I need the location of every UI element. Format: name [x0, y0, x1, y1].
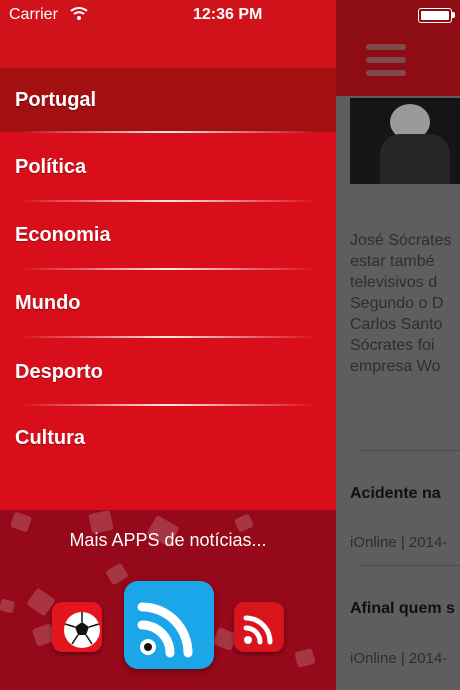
menu-divider — [20, 200, 316, 202]
menu-item-label: Desporto — [15, 361, 103, 383]
menu-item-label: Portugal — [15, 89, 97, 111]
article-separator — [358, 450, 460, 451]
battery-tip-icon — [452, 12, 455, 18]
menu-item-economia[interactable]: Economia — [0, 203, 336, 269]
side-menu-drawer: Portugal Política Economia Mundo Desport… — [0, 0, 336, 690]
article-headline[interactable]: Afinal quem s — [350, 600, 455, 618]
article-meta: iOnline | 2014- — [350, 650, 448, 667]
menu-item-politica[interactable]: Política — [0, 134, 336, 200]
more-apps-section: Mais APPS de notícias... — [0, 510, 336, 690]
menu-item-desporto[interactable]: Desporto — [0, 339, 336, 405]
carrier-label: Carrier — [9, 6, 58, 23]
article-excerpt: José Sócrates estar també televisivos d … — [350, 232, 452, 375]
news-feed-app-icon[interactable] — [124, 581, 214, 669]
article-meta: iOnline | 2014- — [350, 534, 448, 551]
rss-app-icon[interactable] — [234, 602, 284, 652]
status-time: 12:36 PM — [193, 6, 263, 23]
menu-item-portugal[interactable]: Portugal — [0, 68, 336, 132]
football-app-icon[interactable] — [52, 602, 102, 652]
hamburger-menu-icon[interactable] — [366, 44, 406, 76]
menu-item-label: Mundo — [15, 292, 81, 314]
menu-divider — [20, 268, 316, 270]
article-list-panel: José Sócrates estar també televisivos d … — [336, 0, 460, 690]
status-bar: Carrier 12:36 PM — [0, 0, 460, 30]
article-separator — [358, 565, 460, 566]
battery-icon — [418, 8, 452, 23]
confetti-decoration — [0, 598, 16, 614]
wifi-icon — [70, 5, 88, 21]
menu-item-label: Economia — [15, 224, 111, 246]
menu-item-cultura[interactable]: Cultura — [0, 407, 336, 471]
article-thumbnail[interactable] — [350, 98, 460, 184]
more-apps-label[interactable]: Mais APPS de notícias... — [0, 530, 336, 551]
menu-divider — [20, 404, 316, 406]
confetti-decoration — [294, 647, 316, 669]
article-headline[interactable]: Acidente na — [350, 485, 441, 503]
menu-item-label: Cultura — [15, 427, 85, 449]
menu-item-mundo[interactable]: Mundo — [0, 271, 336, 337]
menu-divider — [20, 131, 316, 133]
menu-divider — [20, 336, 316, 338]
menu-item-label: Política — [15, 156, 87, 178]
